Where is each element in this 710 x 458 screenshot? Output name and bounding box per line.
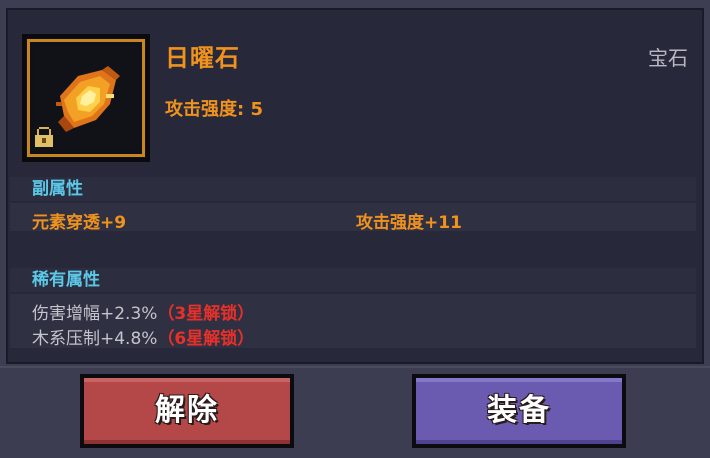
rare-attributes-header: 稀有属性	[10, 268, 696, 292]
rare-attribute-wood-suppression: 木系压制+4.8%	[32, 329, 158, 349]
item-type-label: 宝石	[648, 46, 688, 70]
sub-attributes-header: 副属性	[10, 177, 696, 201]
rare-attribute-damage-boost: 伤害增幅+2.3%	[32, 304, 158, 324]
item-name: 日曜石	[165, 44, 240, 72]
item-icon-frame	[22, 34, 150, 162]
rare-attribute-line: 木系压制+4.8%（6星解锁）	[32, 324, 254, 349]
item-detail-popup: 日曜石 宝石 攻击强度: 5 副属性 元素穿透+9 攻击强度+11 稀有属性 伤…	[0, 0, 710, 458]
sub-attributes-body: 元素穿透+9 攻击强度+11	[10, 203, 696, 233]
sub-stat-element-penetration: 元素穿透+9	[32, 213, 127, 233]
unlock-requirement: （6星解锁）	[157, 329, 255, 349]
equip-button[interactable]: 装备	[412, 374, 626, 448]
unequip-button[interactable]: 解除	[80, 374, 294, 448]
rare-attribute-line: 伤害增幅+2.3%（3星解锁）	[32, 299, 254, 324]
lock-icon	[35, 127, 53, 147]
unlock-requirement: （3星解锁）	[157, 304, 255, 324]
sun-stone-gem-icon	[56, 66, 120, 132]
sub-stat-attack-power: 攻击强度+11	[356, 213, 462, 233]
main-stat: 攻击强度: 5	[165, 99, 263, 120]
